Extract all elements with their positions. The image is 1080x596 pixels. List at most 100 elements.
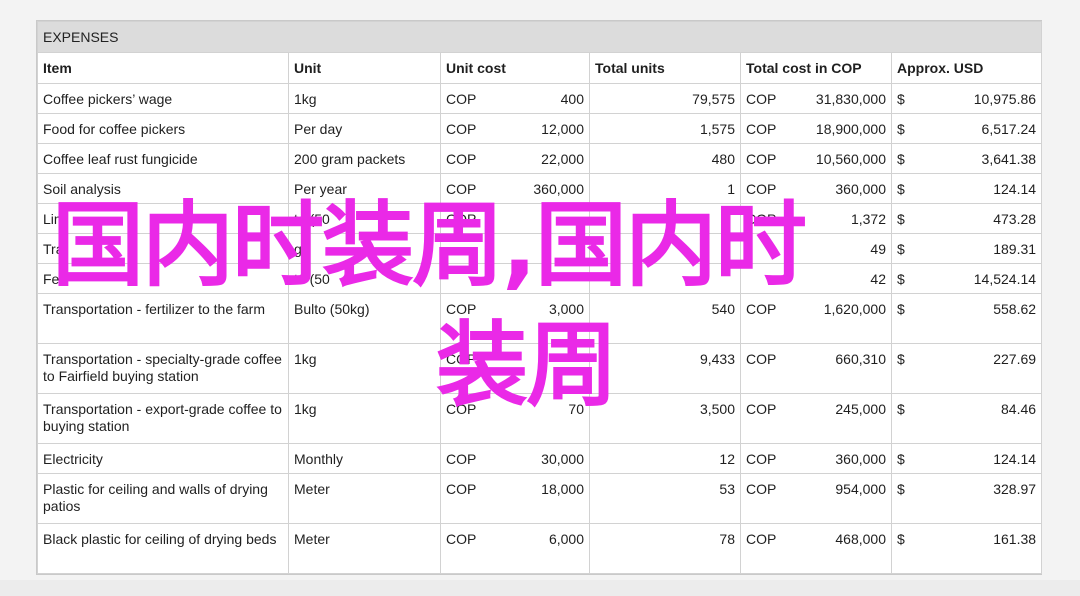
amount-value: 660,310 xyxy=(835,351,886,367)
cell-item: Fe xyxy=(37,263,289,294)
cell-unit-cost: COP xyxy=(440,343,590,394)
cell-item: Lim xyxy=(37,203,289,234)
amount-value: 360,000 xyxy=(835,181,886,197)
cell-unit-cost: COP 12,000 xyxy=(440,113,590,144)
amount-value: 10,975.86 xyxy=(973,91,1037,107)
cell-total-units xyxy=(589,263,741,294)
cell-total-units: 12 xyxy=(589,443,741,474)
table-row: Transportation - specialty-grade coffee … xyxy=(37,343,1043,394)
currency-label: COP xyxy=(446,351,477,367)
cell-item: Electricity xyxy=(37,443,289,474)
amount-value: 42 xyxy=(870,271,886,287)
table-row: Black plastic for ceiling of drying beds… xyxy=(37,523,1043,574)
table-row: Coffee pickers’ wage 1kg COP 400 79,575 COP 31… xyxy=(37,83,1043,114)
column-header: Unit cost xyxy=(440,52,590,84)
cell-unit: Per day xyxy=(288,113,441,144)
amount-value: 6,000 xyxy=(548,531,584,547)
cell-item: Soil analysis xyxy=(37,173,289,204)
amount-value: 227.69 xyxy=(993,351,1037,367)
currency-label: COP xyxy=(746,401,777,417)
cell-total-units: 3,500 xyxy=(589,393,741,444)
cell-total-units: 480 xyxy=(589,143,741,174)
currency-label: COP xyxy=(746,481,777,497)
cell-total-units: 1 xyxy=(589,173,741,204)
currency-label: COP xyxy=(746,121,777,137)
cell-unit: 1kg xyxy=(288,393,441,444)
cell-unit: to (50 xyxy=(288,263,441,294)
table-row: Coffee leaf rust fungicide 200 gram packe… xyxy=(37,143,1043,174)
cell-item: Coffee leaf rust fungicide xyxy=(37,143,289,174)
expenses-table: EXPENSES Item Unit Unit cost Total units Tot… xyxy=(36,21,1043,574)
cell-total-cost: COP 245,000 xyxy=(740,393,892,444)
amount-value: 18,900,000 xyxy=(815,121,886,137)
currency-label: COP xyxy=(446,401,477,417)
cell-total-units: 9,433 xyxy=(589,343,741,394)
currency-label: COP xyxy=(746,181,777,197)
amount-value: 360,000 xyxy=(835,451,886,467)
currency-label: COP xyxy=(446,151,477,167)
amount-value: 189.31 xyxy=(993,241,1037,257)
table-title: EXPENSES xyxy=(36,21,1043,53)
cell-unit-cost: COP 18,000 xyxy=(440,473,590,524)
currency-label: COP xyxy=(446,301,477,317)
currency-label: COP xyxy=(746,301,777,317)
amount-value: 473.28 xyxy=(993,211,1037,227)
cell-total-units: 540 xyxy=(589,293,741,344)
currency-label: COP xyxy=(446,181,477,197)
amount-value: 70 xyxy=(568,401,584,417)
amount-value: 245,000 xyxy=(835,401,886,417)
cell-item: Coffee pickers’ wage xyxy=(37,83,289,114)
amount-value: 400 xyxy=(560,91,584,107)
amount-value: 6,517.24 xyxy=(981,121,1037,137)
cell-item: Transportation - specialty-grade coffee … xyxy=(37,343,289,394)
currency-label: $ xyxy=(897,401,905,417)
cell-usd: $14,524.14 xyxy=(890,263,1043,294)
amount-value: 3,641.38 xyxy=(981,151,1037,167)
column-header: Total cost in COP xyxy=(740,52,892,84)
cell-unit-cost: COP 400 xyxy=(440,83,590,114)
cell-usd: $124.14 xyxy=(890,443,1043,474)
currency-label: COP xyxy=(446,531,477,547)
cell-unit: 1kg xyxy=(288,83,441,114)
amount-value: 468,000 xyxy=(835,531,886,547)
cell-total-cost: 42 xyxy=(740,263,892,294)
currency-label: COP xyxy=(446,91,477,107)
currency-label: COP xyxy=(446,451,477,467)
table-row: Tra g) 49 $189.31 xyxy=(37,233,1043,264)
currency-label: $ xyxy=(897,301,905,317)
cell-usd: $84.46 xyxy=(890,393,1043,444)
cell-usd: $473.28 xyxy=(890,203,1043,234)
amount-value: 84.46 xyxy=(1001,401,1037,417)
amount-value: 1,620,000 xyxy=(823,301,886,317)
cell-item: Food for coffee pickers xyxy=(37,113,289,144)
currency-label: $ xyxy=(897,481,905,497)
cell-total-cost: COP 1,372 xyxy=(740,203,892,234)
currency-label: COP xyxy=(746,531,777,547)
cell-usd: $189.31 xyxy=(890,233,1043,264)
cell-unit: Meter xyxy=(288,473,441,524)
cell-unit: 1kg xyxy=(288,343,441,394)
amount-value: 12,000 xyxy=(541,121,584,137)
amount-value: 124.14 xyxy=(993,181,1037,197)
cell-item: Transportation - export-grade coffee to … xyxy=(37,393,289,444)
cell-total-units: 78 xyxy=(589,523,741,574)
cell-usd: $161.38 xyxy=(890,523,1043,574)
amount-value: 124.14 xyxy=(993,451,1037,467)
cell-total-units xyxy=(589,233,741,264)
cell-unit: to (50 xyxy=(288,203,441,234)
cell-usd: $227.69 xyxy=(890,343,1043,394)
cell-total-cost: COP 360,000 xyxy=(740,173,892,204)
column-header: Approx. USD xyxy=(890,52,1043,84)
table-row: Transportation - fertilizer to the farm B… xyxy=(37,293,1043,344)
amount-value: 360,000 xyxy=(533,181,584,197)
expenses-sheet: EXPENSES Item Unit Unit cost Total units Tot… xyxy=(36,20,1043,575)
currency-label: COP xyxy=(746,451,777,467)
cell-usd: $558.62 xyxy=(890,293,1043,344)
amount-value: 1,372 xyxy=(850,211,886,227)
cell-total-units: 53 xyxy=(589,473,741,524)
cell-total-cost: COP 18,900,000 xyxy=(740,113,892,144)
table-row: Soil analysis Per year COP 360,000 1 COP 360,0… xyxy=(37,173,1043,204)
cell-unit-cost xyxy=(440,263,590,294)
currency-label: $ xyxy=(897,91,905,107)
currency-label: $ xyxy=(897,211,905,227)
